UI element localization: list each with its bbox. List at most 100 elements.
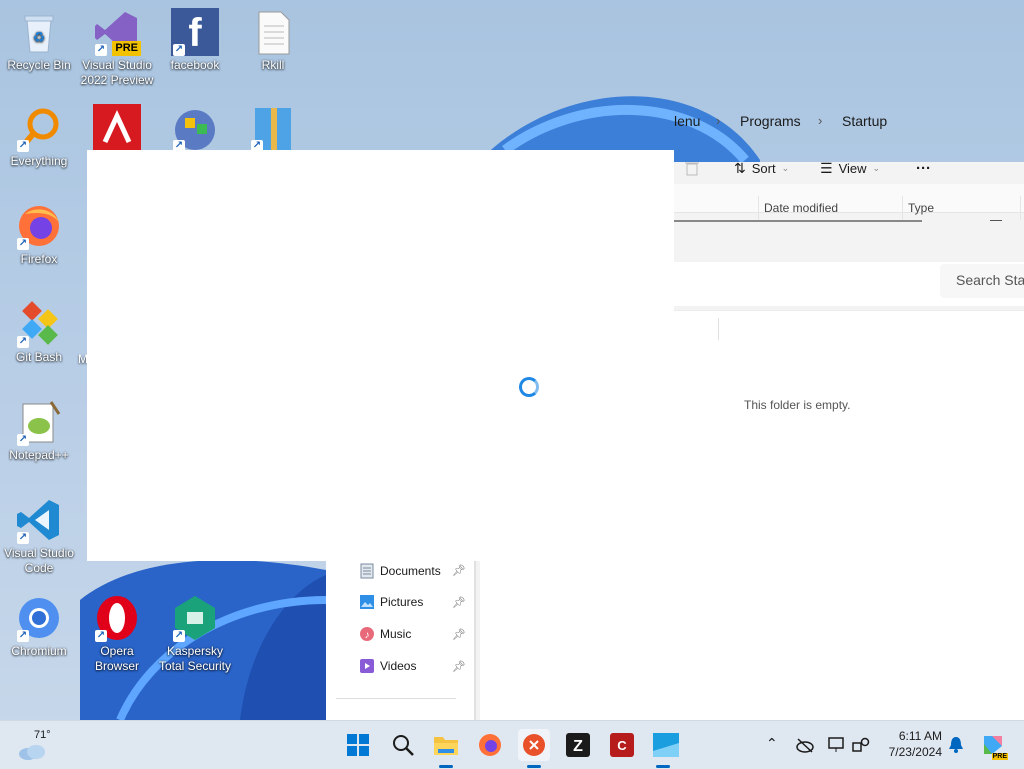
preview-badge: PRE	[112, 41, 141, 56]
nav-item-music[interactable]: ♪ Music	[360, 627, 411, 641]
breadcrumb-startup[interactable]: Startup	[842, 113, 887, 129]
taskbar: 71° Z C ⌃ 6:11 AM 7/23/2024 PRE	[0, 720, 1024, 769]
chevron-right-icon: ›	[818, 113, 823, 128]
pin-icon: 📌︎	[452, 661, 466, 673]
blue-window-icon	[653, 733, 679, 757]
sort-icon: ⇅	[734, 160, 746, 176]
taskbar-app-blue[interactable]	[650, 729, 682, 761]
chevron-down-icon: ⌄	[872, 163, 881, 173]
shortcut-arrow-icon: ↗	[17, 434, 29, 446]
shortcut-arrow-icon: ↗	[173, 630, 185, 642]
desktop-icon-firefox[interactable]: ↗ Firefox	[0, 202, 78, 267]
desktop-icon-label: Firefox	[20, 252, 58, 266]
desktop-icon-label: Recycle Bin	[7, 58, 71, 72]
desktop-icon-label: Visual Studio Code	[4, 546, 74, 575]
delete-button[interactable]	[684, 160, 700, 176]
desktop-icon-label: Opera Browser	[94, 644, 139, 673]
search-button[interactable]	[387, 729, 419, 761]
firefox-icon: ↗	[15, 202, 63, 250]
notification-bell-icon[interactable]	[948, 736, 964, 754]
svg-text:♪: ♪	[365, 630, 370, 641]
sort-button[interactable]: ⇅ Sort ⌄	[734, 160, 789, 177]
shortcut-arrow-icon: ↗	[17, 532, 29, 544]
desktop-icon-everything[interactable]: ↗ Everything	[0, 104, 78, 169]
copilot-button[interactable]: PRE	[980, 732, 1008, 760]
desktop-icon-chromium[interactable]: ↗ Chromium	[0, 594, 78, 659]
desktop-icon-facebook[interactable]: f ↗ facebook	[156, 8, 234, 73]
shortcut-arrow-icon: ↗	[95, 630, 107, 642]
cloud-icon	[19, 745, 45, 760]
column-header-date-modified[interactable]: Date modified	[764, 201, 838, 215]
clock[interactable]: 6:11 AM 7/23/2024	[886, 729, 942, 759]
desktop-icon-archiver[interactable]: ↗	[234, 104, 312, 154]
desktop-icon-vscode[interactable]: ↗ Visual Studio Code	[0, 496, 78, 576]
column-separator[interactable]	[902, 196, 903, 220]
desktop-icon-label: Notepad++	[9, 448, 69, 462]
nav-item-videos[interactable]: Videos	[360, 659, 416, 673]
desktop-icon-visual-studio-2022-preview[interactable]: PRE ↗ Visual Studio 2022 Preview	[78, 8, 156, 88]
desktop-icon-label: Chromium	[11, 644, 67, 658]
loading-line	[674, 220, 922, 222]
firefox-icon	[479, 734, 501, 756]
search-input[interactable]: Search Star	[940, 264, 1024, 298]
nav-item-documents[interactable]: Documents	[360, 563, 441, 579]
start-button[interactable]	[342, 729, 374, 761]
taskbar-firefox[interactable]	[474, 729, 506, 761]
column-header-type[interactable]: Type	[908, 201, 934, 215]
desktop-icon-notepad-plus-plus[interactable]: ↗ Notepad++	[0, 398, 78, 463]
desktop-icon-git-bash[interactable]: ↗ Git Bash	[0, 300, 78, 365]
shortcut-arrow-icon: ↗	[95, 44, 107, 56]
desktop-icon-avira[interactable]	[78, 104, 156, 154]
taskbar-app-z[interactable]: Z	[562, 729, 594, 761]
shortcut-arrow-icon: ↗	[17, 140, 29, 152]
more-options-button[interactable]: ···	[916, 160, 931, 177]
trash-icon	[685, 162, 699, 176]
weather-widget[interactable]: 71°	[16, 727, 76, 763]
desktop-icon-label: Rkill	[261, 58, 285, 72]
desktop-icon-opera-browser[interactable]: ↗ Opera Browser	[78, 594, 156, 674]
recycle-bin-icon: ♻	[15, 8, 63, 56]
network-icon[interactable]	[852, 737, 870, 753]
empty-folder-message: This folder is empty.	[744, 398, 851, 412]
nav-divider	[336, 698, 456, 699]
windows-icon	[347, 734, 369, 756]
everything-search-icon: ↗	[15, 104, 63, 152]
taskbar-app-red[interactable]: C	[606, 729, 638, 761]
facebook-icon: f ↗	[171, 8, 219, 56]
minimize-button[interactable]	[990, 220, 1002, 221]
chevron-down-icon: ⌄	[781, 163, 790, 173]
shortcut-arrow-icon: ↗	[173, 44, 185, 56]
breadcrumb-start-menu[interactable]: lenu	[674, 113, 700, 129]
shortcut-arrow-icon: ↗	[17, 336, 29, 348]
monitor-icon[interactable]	[828, 737, 846, 753]
nav-item-pictures[interactable]: Pictures	[360, 595, 423, 609]
loading-spinner-icon	[519, 377, 539, 397]
onedrive-offline-icon[interactable]	[796, 737, 814, 753]
loading-splash-window	[87, 150, 674, 561]
desktop-icon-label: facebook	[170, 58, 220, 72]
column-separator[interactable]	[1020, 196, 1021, 220]
desktop-icon-label: Visual Studio 2022 Preview	[80, 58, 154, 87]
close-circle-icon	[523, 734, 545, 756]
desktop-icon-rkill[interactable]: Rkill	[234, 8, 312, 73]
clock-date: 7/23/2024	[888, 745, 942, 759]
column-separator[interactable]	[758, 196, 759, 220]
avira-icon	[93, 104, 141, 152]
desktop-icon-app-colorful[interactable]: ↗	[156, 104, 234, 154]
show-hidden-icons-chevron-up-icon[interactable]: ⌃	[766, 735, 778, 752]
svg-text:C: C	[617, 738, 627, 753]
pane-divider[interactable]	[474, 560, 476, 720]
svg-text:Z: Z	[573, 738, 583, 755]
clock-time: 6:11 AM	[898, 729, 942, 743]
desktop-icon-label: Everything	[10, 154, 68, 168]
taskbar-file-explorer[interactable]	[430, 729, 462, 761]
colorful-app-icon: ↗	[171, 104, 219, 152]
visual-studio-icon: PRE ↗	[93, 8, 141, 56]
breadcrumb-programs[interactable]: Programs	[740, 113, 801, 129]
search-placeholder: Search Star	[956, 272, 1024, 288]
desktop-icon-recycle-bin[interactable]: ♻ Recycle Bin	[0, 8, 78, 73]
git-bash-icon: ↗	[15, 300, 63, 348]
desktop-icon-kaspersky[interactable]: ↗ Kaspersky Total Security	[156, 594, 234, 674]
view-button[interactable]: ☰ View ⌄	[820, 160, 880, 177]
taskbar-app-orange[interactable]	[518, 729, 550, 761]
